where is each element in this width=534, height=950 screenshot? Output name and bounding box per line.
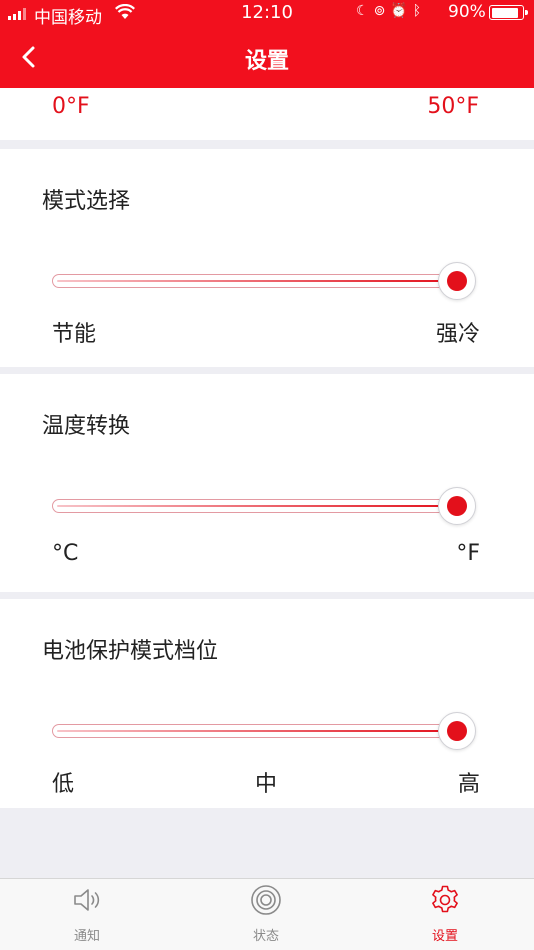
slider-track[interactable] [52,724,462,738]
alarm-icon: ⏰ [390,3,413,19]
slider-track[interactable] [52,499,462,513]
tick-left: 节能 [52,322,97,347]
temp-min-label: 0°F [52,94,90,119]
slider-tick-labels: °C °F [52,541,480,571]
battery-icon [489,5,528,20]
tick-middle: 中 [254,772,277,797]
tab-notifications[interactable]: 通知 [27,879,147,950]
tab-status[interactable]: 状态 [206,879,326,950]
rotation-lock-icon: ⊚ [373,3,391,19]
status-ring-icon [251,885,281,915]
temperature-unit-slider[interactable] [52,487,480,525]
moon-icon: ☾ [356,3,374,19]
slider-track[interactable] [52,274,462,288]
tick-left: °C [52,541,79,566]
section-title: 模式选择 [42,189,131,214]
tab-label: 设置 [431,929,458,944]
tick-right: °F [456,541,480,566]
tab-label: 通知 [73,929,100,944]
tab-bar: 通知 状态 设置 [0,878,534,950]
tick-right: 强冷 [435,322,480,347]
mode-select-card: 模式选择 节能 强冷 [0,149,534,367]
battery-protection-slider[interactable] [52,712,480,750]
tab-settings[interactable]: 设置 [385,879,505,950]
speaker-icon [74,889,100,911]
gear-icon [432,885,458,913]
slider-thumb[interactable] [438,262,476,300]
tab-label: 状态 [252,929,279,944]
bluetooth-icon: ᛒ [412,3,427,19]
temp-max-label: 50°F [427,94,479,119]
status-icons: ☾⊚⏰ᛒ [356,3,426,19]
slider-tick-labels: 低 中 高 [52,766,480,797]
section-title: 温度转换 [42,414,131,439]
temperature-unit-card: 温度转换 °C °F [0,374,534,592]
slider-thumb[interactable] [438,487,476,525]
slider-tick-labels: 节能 强冷 [52,316,480,347]
nav-bar: 设置 [0,26,534,88]
battery-protection-card: 电池保护模式档位 低 中 高 [0,599,534,808]
section-title: 电池保护模式档位 [42,639,219,664]
battery-percent: 90% [448,2,486,22]
tick-right: 高 [457,772,480,797]
mode-slider[interactable] [52,262,480,300]
slider-thumb[interactable] [438,712,476,750]
page-title: 设置 [244,49,289,74]
temperature-range: 0°F 50°F [0,88,534,140]
status-bar: 中国移动 12:10 ☾⊚⏰ᛒ 90% [0,0,534,28]
